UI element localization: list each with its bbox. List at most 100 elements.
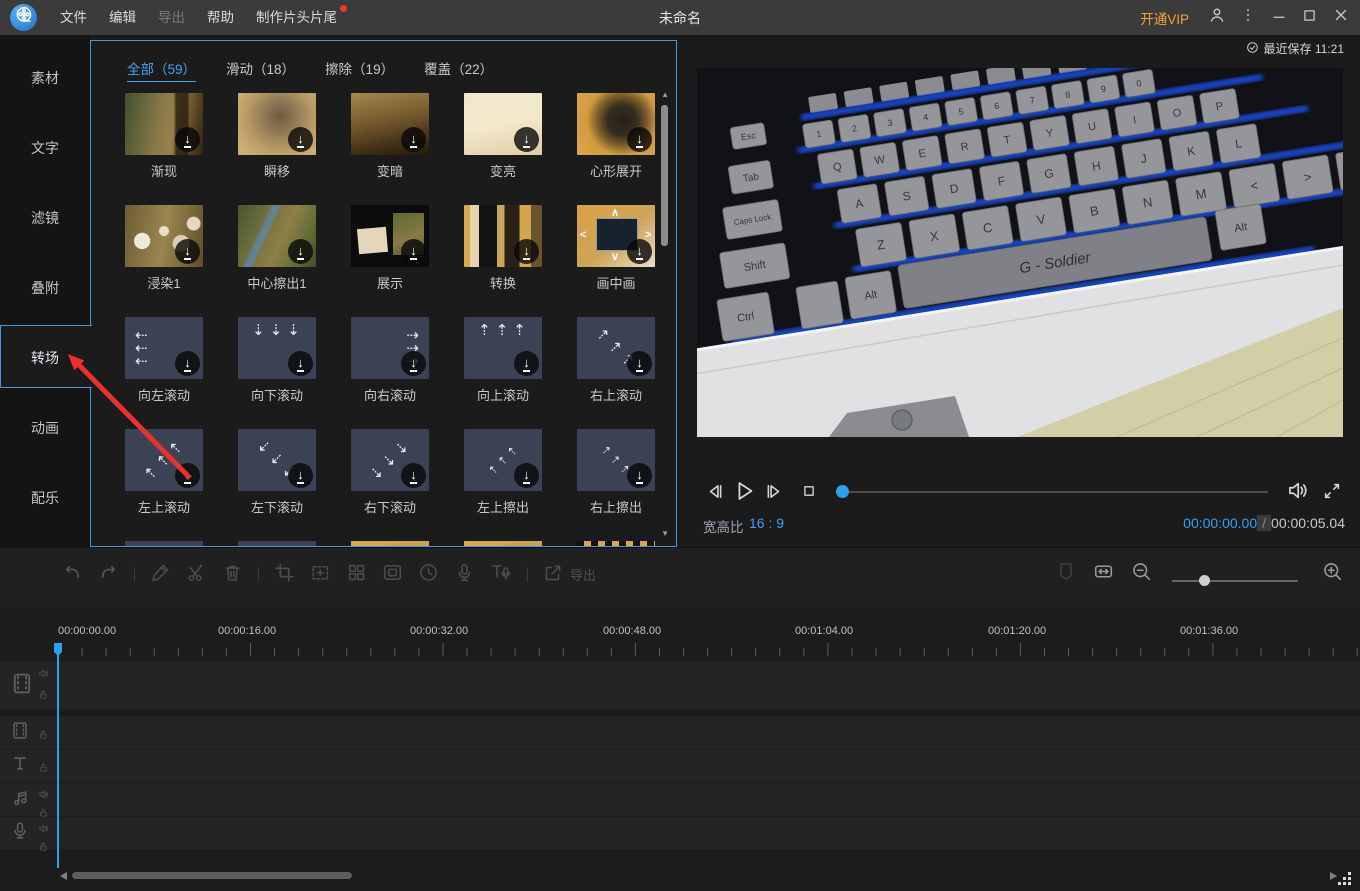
panel-scroll-up-icon[interactable]: ▲ (661, 91, 669, 99)
app-logo-icon[interactable] (10, 4, 37, 31)
download-icon[interactable]: ↓ (514, 127, 539, 152)
sidebar-item-animation[interactable]: 动画 (0, 418, 90, 438)
download-icon[interactable]: ↓ (627, 463, 652, 488)
account-button[interactable] (1201, 0, 1232, 35)
transition-tab[interactable]: 擦除（19） (325, 58, 394, 82)
transition-item[interactable]: ↓渐现 (125, 93, 203, 180)
edit-button[interactable] (150, 562, 171, 588)
transition-item[interactable]: ⇡⇡⇡↓向上滚动 (464, 317, 542, 404)
transition-item[interactable]: ⇡⇡⇡↓左上擦出 (464, 429, 542, 516)
transition-thumbnail[interactable]: ⇠⇠⇠↓ (125, 317, 203, 379)
maximize-button[interactable] (1294, 0, 1325, 35)
transition-tab[interactable]: 全部（59） (127, 58, 196, 82)
transition-thumbnail[interactable]: ⇣⇣⇣↓ (351, 429, 429, 491)
lock-track-icon[interactable] (38, 727, 49, 745)
transition-thumbnail[interactable]: ⇡⇡⇡↓ (464, 429, 542, 491)
stop-button[interactable] (800, 482, 818, 505)
download-icon[interactable]: ↓ (401, 127, 426, 152)
sidebar-item-text[interactable]: 文字 (0, 138, 90, 158)
delete-button[interactable] (222, 562, 243, 588)
transition-thumbnail[interactable]: ↓ (577, 93, 655, 155)
download-icon[interactable]: ↓ (514, 239, 539, 264)
vip-button[interactable]: 开通VIP (1140, 8, 1189, 28)
transition-tab[interactable]: 滑动（18） (226, 58, 295, 82)
record-voiceover-button[interactable] (454, 562, 475, 588)
transition-item-partial[interactable] (125, 541, 203, 547)
mute-track-icon[interactable] (38, 821, 49, 839)
timeline-scrollbar[interactable] (72, 872, 352, 879)
duration-button[interactable] (418, 562, 439, 588)
transition-thumbnail[interactable]: ↓ (464, 93, 542, 155)
transition-item[interactable]: ⇢⇢⇢↓向右滚动 (351, 317, 429, 404)
track-row-voice[interactable] (0, 817, 1360, 849)
transition-item[interactable]: ⇣⇣⇣↓右下滚动 (351, 429, 429, 516)
menu-item[interactable]: 帮助 (196, 0, 245, 35)
menu-item[interactable]: 制作片头片尾 (245, 0, 348, 35)
lock-track-icon[interactable] (38, 687, 49, 705)
download-icon[interactable]: ↓ (288, 239, 313, 264)
lock-track-icon[interactable] (38, 760, 49, 778)
download-icon[interactable]: ↓ (401, 351, 426, 376)
track-row-music[interactable] (0, 783, 1360, 816)
export-button[interactable]: 导出 (543, 563, 596, 586)
zoom-region-button[interactable] (310, 562, 331, 588)
transition-item[interactable]: ↓浸染1 (125, 205, 203, 292)
panel-scroll-down-icon[interactable]: ▼ (661, 530, 669, 538)
transition-item[interactable]: ↓中心擦出1 (238, 205, 316, 292)
transition-item[interactable]: ↓展示 (351, 205, 429, 292)
transition-thumbnail[interactable]: ⇢⇢⇢↓ (351, 317, 429, 379)
mute-track-icon[interactable] (38, 787, 49, 805)
download-icon[interactable]: ↓ (175, 351, 200, 376)
menu-item[interactable]: 编辑 (98, 0, 147, 35)
transition-item-partial[interactable] (238, 541, 316, 547)
transition-item[interactable]: ↓瞬移 (238, 93, 316, 180)
download-icon[interactable]: ↓ (627, 351, 652, 376)
download-icon[interactable]: ↓ (514, 351, 539, 376)
transition-thumbnail[interactable]: ⇡⇡⇡↓ (464, 317, 542, 379)
sidebar-item-transitions[interactable]: 转场 (0, 348, 90, 368)
download-icon[interactable]: ↓ (175, 127, 200, 152)
marker-button[interactable] (1056, 561, 1076, 586)
next-frame-button[interactable] (765, 481, 786, 507)
transition-item[interactable]: ↓心形展开 (577, 93, 655, 180)
play-button[interactable] (732, 479, 756, 508)
resize-grip[interactable] (1338, 871, 1352, 885)
scroll-left-icon[interactable] (60, 872, 67, 880)
download-icon[interactable]: ↓ (175, 463, 200, 488)
transition-item[interactable]: ⇡⇡⇡↓左上滚动 (125, 429, 203, 516)
transition-item[interactable]: ↓变暗 (351, 93, 429, 180)
download-icon[interactable]: ↓ (401, 239, 426, 264)
lock-track-icon[interactable] (38, 839, 49, 857)
redo-button[interactable] (98, 562, 119, 588)
transition-thumbnail[interactable]: ↓ (351, 93, 429, 155)
transition-item-partial[interactable] (577, 541, 655, 547)
transition-tab[interactable]: 覆盖（22） (424, 58, 493, 82)
transition-thumbnail[interactable]: ⇣⇣⇣↓ (238, 429, 316, 491)
transition-thumbnail[interactable]: ⇣⇣⇣↓ (238, 317, 316, 379)
menu-item[interactable]: 文件 (49, 0, 98, 35)
transition-thumbnail[interactable]: ↓ (125, 93, 203, 155)
video-preview[interactable]: 1234567890QWERTYUIOPASDFGHJKLZXCVBNM<>?E… (697, 68, 1343, 437)
split-button[interactable] (186, 562, 207, 588)
download-icon[interactable]: ↓ (401, 463, 426, 488)
close-button[interactable] (1325, 0, 1356, 35)
undo-button[interactable] (62, 562, 83, 588)
transition-thumbnail[interactable]: ↓ (351, 205, 429, 267)
download-icon[interactable]: ↓ (288, 127, 313, 152)
track-row-video[interactable] (0, 662, 1360, 709)
text-to-speech-button[interactable] (490, 561, 512, 588)
track-row-text[interactable] (0, 750, 1360, 782)
zoom-out-button[interactable] (1131, 561, 1152, 587)
ruler-ticks[interactable] (0, 640, 1360, 658)
previous-frame-button[interactable] (703, 481, 724, 507)
mosaic-button[interactable] (346, 562, 367, 588)
preview-progress-bar[interactable] (836, 491, 1268, 493)
download-icon[interactable]: ↓ (288, 463, 313, 488)
volume-button[interactable] (1286, 479, 1309, 507)
download-icon[interactable]: ↓ (288, 351, 313, 376)
freeze-frame-button[interactable] (382, 562, 403, 588)
transition-item[interactable]: ⇡⇡⇡↓右上擦出 (577, 429, 655, 516)
transition-item[interactable]: ⇣⇣⇣↓左下滚动 (238, 429, 316, 516)
transition-item[interactable]: ⇠⇠⇠↓向左滚动 (125, 317, 203, 404)
download-icon[interactable]: ↓ (175, 239, 200, 264)
